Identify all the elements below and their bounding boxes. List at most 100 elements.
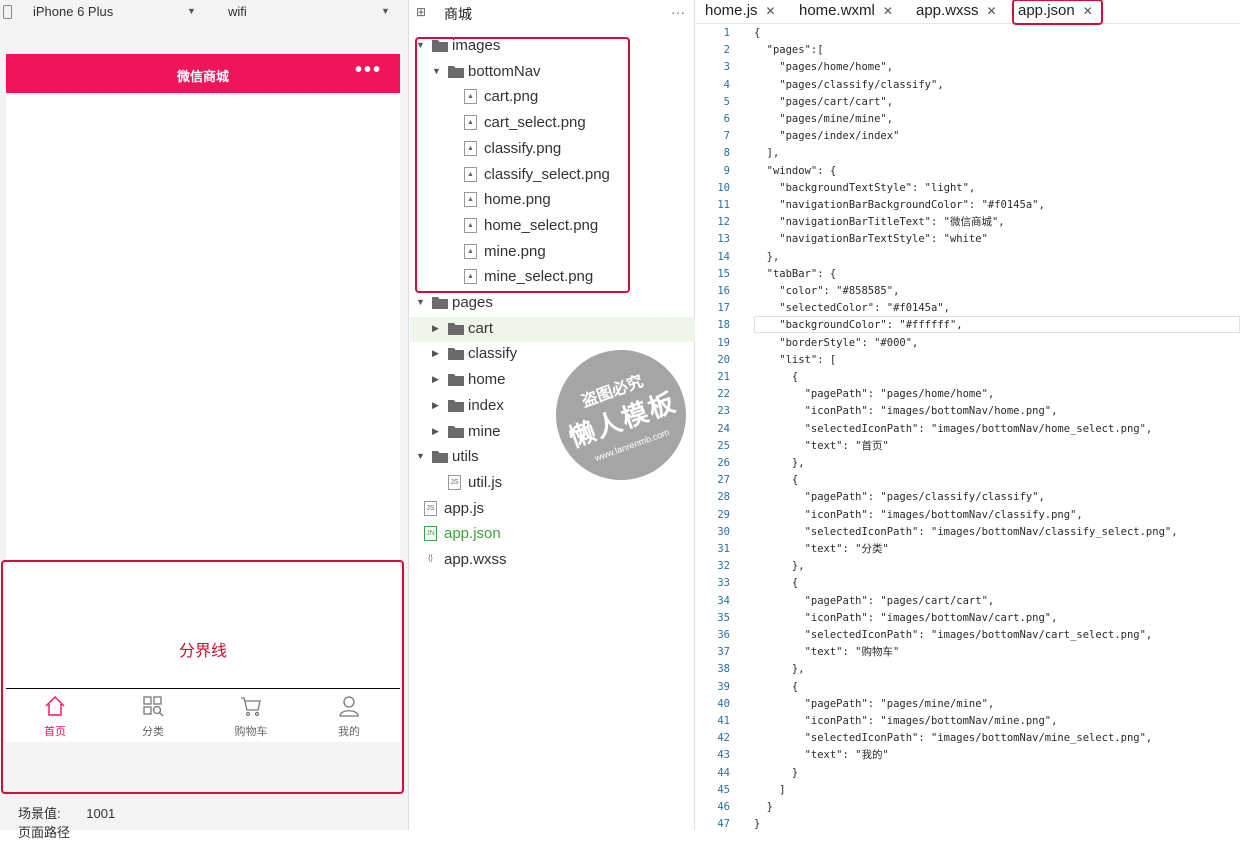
code-text: "selectedIconPath": "images/bottomNav/cl… xyxy=(754,525,1178,538)
tab-home-wxml[interactable]: home.wxml ✕ xyxy=(799,1,893,23)
line-number: 22 xyxy=(717,388,730,401)
code-line: 35 "iconPath": "images/bottomNav/cart.pn… xyxy=(696,610,1057,627)
code-line: 10 "backgroundTextStyle": "light", xyxy=(696,180,975,197)
line-number: 41 xyxy=(717,715,730,727)
code-line: 8 ], xyxy=(696,145,780,162)
code-text: "text": "首页" xyxy=(754,439,889,452)
tab-app-wxss[interactable]: app.wxss ✕ xyxy=(916,1,997,23)
close-icon[interactable]: ✕ xyxy=(766,4,776,18)
simulator-panel: iPhone 6 Plus ▼ wifi ▼ 微信商城 ••• 分界线 首页 分… xyxy=(0,0,409,840)
line-number: 34 xyxy=(717,594,730,607)
editor-tabs: home.js ✕ home.wxml ✕ app.wxss ✕ app.json ✕ xyxy=(696,0,1240,25)
code-text: "pages/mine/mine", xyxy=(754,113,894,125)
folder-icon xyxy=(448,322,464,335)
code-text: }, xyxy=(754,457,805,469)
line-number: 3 xyxy=(723,61,730,74)
line-number: 21 xyxy=(717,371,730,383)
chevron-down-icon[interactable]: ▼ xyxy=(416,297,425,307)
code-text: "borderStyle": "#000", xyxy=(754,336,919,349)
line-number: 45 xyxy=(717,783,730,796)
code-text: { xyxy=(754,371,799,383)
code-line: 21 { xyxy=(696,369,798,386)
code-line: 37 "text": "购物车" xyxy=(696,644,899,661)
project-title: 商城 xyxy=(444,6,472,22)
tree-file[interactable]: {} app.wxss xyxy=(410,548,695,573)
code-text: "pages":[ xyxy=(754,44,824,57)
tree-file[interactable]: JS app.js xyxy=(410,497,695,522)
line-number: 12 xyxy=(717,216,730,229)
line-number: 38 xyxy=(717,663,730,676)
code-line: 1{ xyxy=(696,25,761,42)
folder-icon xyxy=(432,296,448,309)
code-text: "text": "购物车" xyxy=(754,646,900,659)
code-text: "navigationBarTextStyle": "white" xyxy=(754,233,988,246)
line-number: 18 xyxy=(717,319,730,332)
line-number: 5 xyxy=(723,95,730,108)
chevron-right-icon[interactable]: ▶ xyxy=(432,426,439,437)
code-text: "selectedIconPath": "images/bottomNav/mi… xyxy=(754,732,1153,745)
code-text: { xyxy=(754,27,761,39)
tree-item-label: index xyxy=(468,396,504,414)
tree-file[interactable]: JS util.js xyxy=(410,471,695,496)
more-icon[interactable]: ··· xyxy=(671,4,685,20)
code-text: "pages/classify/classify", xyxy=(754,78,944,91)
close-icon[interactable]: ✕ xyxy=(987,4,997,18)
code-line: 6 "pages/mine/mine", xyxy=(696,111,893,128)
tree-folder[interactable]: ▼ pages xyxy=(410,291,695,316)
code-text: } xyxy=(754,766,799,779)
code-text: "selectedIconPath": "images/bottomNav/ho… xyxy=(754,422,1153,435)
chevron-right-icon[interactable]: ▶ xyxy=(432,348,439,359)
tab-label: home.js xyxy=(705,2,758,19)
code-line: 44 } xyxy=(696,765,798,782)
scene-number: 1001 xyxy=(86,806,116,821)
folder-icon xyxy=(448,373,464,387)
folder-icon xyxy=(432,450,448,464)
code-text: "list": [ xyxy=(754,353,837,366)
code-line: 24 "selectedIconPath": "images/bottomNav… xyxy=(696,421,1152,438)
code-text: "iconPath": "images/bottomNav/home.png", xyxy=(754,405,1058,418)
code-line: 18 "backgroundColor": "#ffffff", xyxy=(696,317,962,334)
chevron-right-icon[interactable]: ▶ xyxy=(432,323,439,334)
tree-item-label: cart xyxy=(468,319,494,337)
close-icon[interactable]: ✕ xyxy=(883,4,893,18)
code-line: 46 } xyxy=(696,799,773,816)
more-icon[interactable]: ••• xyxy=(355,60,382,80)
device-icon[interactable] xyxy=(3,5,12,19)
tab-home-js[interactable]: home.js ✕ xyxy=(705,1,776,23)
chevron-down-icon[interactable]: ▼ xyxy=(187,6,196,16)
code-text: { xyxy=(754,680,799,693)
code-text: "pagePath": "pages/classify/classify", xyxy=(754,491,1045,504)
network-select[interactable]: wifi xyxy=(228,4,247,19)
chevron-right-icon[interactable]: ▶ xyxy=(432,400,439,411)
code-line: 34 "pagePath": "pages/cart/cart", xyxy=(696,593,994,610)
line-number: 17 xyxy=(717,302,730,315)
code-line: 47} xyxy=(696,816,760,833)
scene-value: 场景值: 1001 xyxy=(18,803,115,822)
code-text: "navigationBarBackgroundColor": "#f0145a… xyxy=(754,199,1045,211)
code-text: "selectedColor": "#f0145a", xyxy=(754,302,950,315)
tab-label: home.wxml xyxy=(799,2,875,19)
page-path: 页面路径 xyxy=(18,825,71,840)
tree-item-label: pages xyxy=(452,294,493,311)
code-line: 26 }, xyxy=(696,455,805,472)
folder-icon xyxy=(448,425,464,438)
chevron-down-icon[interactable]: ▼ xyxy=(416,451,425,461)
chevron-right-icon[interactable]: ▶ xyxy=(432,374,439,385)
js-file-icon: JS xyxy=(448,474,461,490)
device-select[interactable]: iPhone 6 Plus xyxy=(33,4,113,19)
file-tree-header: ⊞ 商城 ··· xyxy=(410,0,695,26)
chevron-down-icon[interactable]: ▼ xyxy=(381,6,390,16)
line-number: 35 xyxy=(717,611,730,624)
tree-file[interactable]: JN app.json xyxy=(410,522,695,547)
line-number: 39 xyxy=(717,680,730,693)
code-text: "iconPath": "images/bottomNav/classify.p… xyxy=(754,508,1083,521)
tree-view-icon[interactable]: ⊞ xyxy=(416,5,426,19)
line-number: 1 xyxy=(723,27,730,39)
code-line: 12 "navigationBarTitleText": "微信商城", xyxy=(696,214,1004,231)
code-line: 23 "iconPath": "images/bottomNav/home.pn… xyxy=(696,403,1057,420)
line-number: 14 xyxy=(717,250,730,263)
tree-folder[interactable]: ▶ cart xyxy=(410,316,695,342)
line-number: 6 xyxy=(723,113,730,125)
code-line: 11 "navigationBarBackgroundColor": "#f01… xyxy=(696,197,1045,214)
line-number: 7 xyxy=(723,130,730,143)
